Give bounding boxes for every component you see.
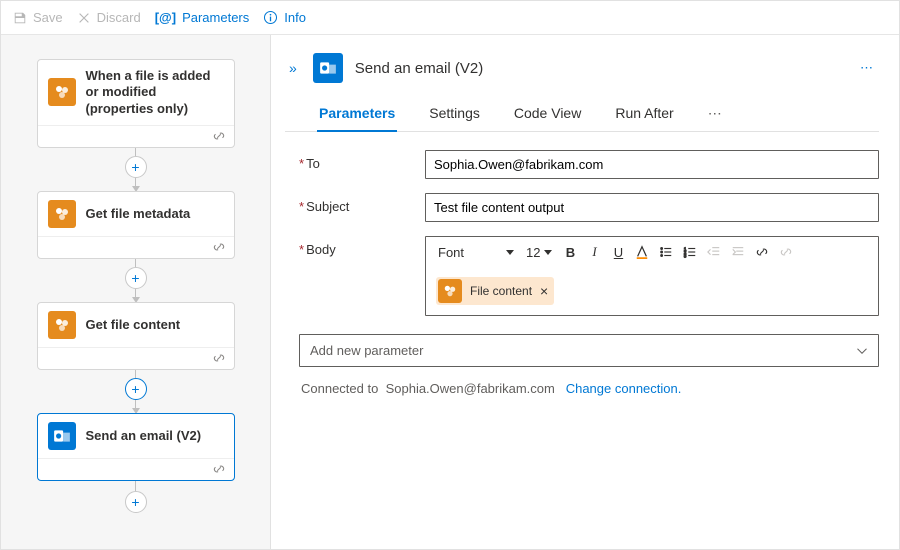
- panel-header: » Send an email (V2) ⋯: [285, 53, 879, 83]
- parameters-button[interactable]: [@] Parameters: [155, 10, 250, 25]
- sharepoint-icon: [48, 311, 76, 339]
- add-step-button[interactable]: +: [125, 491, 147, 513]
- flow-step-label: Send an email (V2): [86, 428, 202, 444]
- body-editor[interactable]: Font 12 B I U 123: [425, 236, 879, 316]
- discard-button[interactable]: Discard: [77, 10, 141, 25]
- text-color-button[interactable]: [630, 240, 654, 264]
- flow-step-label: When a file is added or modified (proper…: [86, 68, 224, 117]
- to-field[interactable]: [425, 150, 879, 179]
- flow-step-trigger[interactable]: When a file is added or modified (proper…: [37, 59, 235, 148]
- font-select[interactable]: Font: [432, 242, 520, 263]
- add-parameter-dropdown[interactable]: Add new parameter: [299, 334, 879, 367]
- add-step-button[interactable]: +: [125, 378, 147, 400]
- parameters-label: Parameters: [182, 10, 249, 25]
- chevron-down-icon: [506, 250, 514, 255]
- tab-settings[interactable]: Settings: [427, 97, 482, 131]
- token-label: File content: [470, 284, 532, 298]
- connection-icon: [212, 240, 226, 254]
- body-label: *Body: [299, 236, 419, 257]
- connection-icon: [212, 462, 226, 476]
- bullet-list-button[interactable]: [654, 240, 678, 264]
- insert-link-button[interactable]: [750, 240, 774, 264]
- panel-more-menu[interactable]: ⋯: [856, 60, 879, 76]
- chevron-down-icon: [544, 250, 552, 255]
- sharepoint-icon: [48, 200, 76, 228]
- svg-text:3: 3: [684, 253, 687, 258]
- outdent-button[interactable]: [702, 240, 726, 264]
- tab-overflow[interactable]: ⋯: [706, 97, 724, 131]
- flow-step-label: Get file metadata: [86, 206, 191, 222]
- flow-step-send-email[interactable]: Send an email (V2): [37, 413, 235, 481]
- sharepoint-icon: [438, 279, 462, 303]
- info-button[interactable]: Info: [263, 10, 306, 25]
- tab-parameters[interactable]: Parameters: [317, 97, 397, 131]
- add-step-button[interactable]: +: [125, 267, 147, 289]
- flow-step-label: Get file content: [86, 317, 181, 333]
- outlook-icon: [48, 422, 76, 450]
- outlook-icon: [313, 53, 343, 83]
- panel-tabs: Parameters Settings Code View Run After …: [285, 97, 879, 132]
- workflow-canvas: When a file is added or modified (proper…: [1, 35, 271, 549]
- save-button[interactable]: Save: [13, 10, 63, 25]
- connection-icon: [212, 351, 226, 365]
- discard-icon: [77, 11, 91, 25]
- add-step-button[interactable]: +: [125, 156, 147, 178]
- flow-step-get-content[interactable]: Get file content: [37, 302, 235, 370]
- body-content-area[interactable]: File content ×: [426, 267, 878, 315]
- sharepoint-icon: [48, 78, 76, 106]
- rte-toolbar: Font 12 B I U 123: [426, 237, 878, 267]
- number-list-button[interactable]: 123: [678, 240, 702, 264]
- underline-button[interactable]: U: [606, 240, 630, 264]
- discard-label: Discard: [97, 10, 141, 25]
- indent-button[interactable]: [726, 240, 750, 264]
- connection-status: Connected to Sophia.Owen@fabrikam.com Ch…: [299, 381, 879, 396]
- dynamic-content-token[interactable]: File content ×: [436, 277, 554, 305]
- change-connection-link[interactable]: Change connection.: [566, 381, 682, 396]
- subject-field[interactable]: [425, 193, 879, 222]
- panel-title: Send an email (V2): [355, 60, 844, 77]
- font-size-select[interactable]: 12: [520, 242, 558, 263]
- add-parameter-label: Add new parameter: [310, 343, 423, 358]
- italic-button[interactable]: I: [582, 240, 606, 264]
- subject-label: *Subject: [299, 193, 419, 214]
- collapse-panel-icon[interactable]: »: [285, 56, 301, 80]
- bold-button[interactable]: B: [558, 240, 582, 264]
- tab-run-after[interactable]: Run After: [613, 97, 675, 131]
- info-icon: [263, 10, 278, 25]
- save-label: Save: [33, 10, 63, 25]
- remove-link-button[interactable]: [774, 240, 798, 264]
- save-icon: [13, 11, 27, 25]
- token-remove-icon[interactable]: ×: [540, 283, 548, 299]
- chevron-down-icon: [856, 345, 868, 357]
- details-panel: » Send an email (V2) ⋯ Parameters Settin…: [271, 35, 899, 549]
- toolbar: Save Discard [@] Parameters Info: [1, 1, 899, 35]
- tab-code-view[interactable]: Code View: [512, 97, 583, 131]
- flow-step-get-metadata[interactable]: Get file metadata: [37, 191, 235, 259]
- parameters-icon: [@]: [155, 10, 176, 25]
- connection-icon: [212, 129, 226, 143]
- info-label: Info: [284, 10, 306, 25]
- to-label: *To: [299, 150, 419, 171]
